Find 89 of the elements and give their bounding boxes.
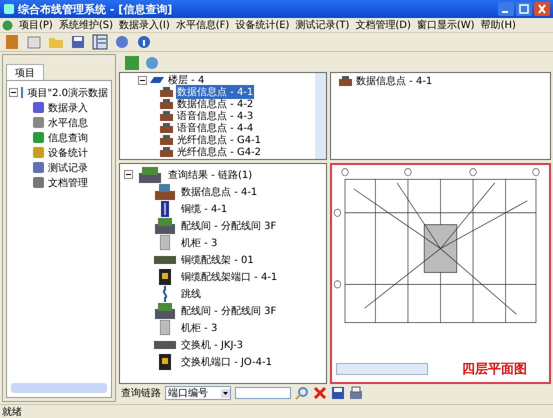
module-icon [33, 132, 44, 143]
menu-item[interactable]: 系统维护(S) [58, 18, 113, 32]
search-icon[interactable] [295, 386, 309, 400]
save-icon[interactable] [70, 34, 86, 50]
app-icon [3, 3, 15, 15]
tree-item[interactable]: 数据信息点 - 4-1 [180, 184, 258, 198]
workstation-icon [155, 184, 175, 200]
outlet-icon [160, 99, 173, 109]
tree-item[interactable]: 文档管理 [47, 176, 89, 190]
menu-item[interactable]: 设备统计(E) [235, 18, 290, 32]
equipment-icon [139, 166, 161, 182]
switch-icon [154, 340, 176, 348]
tree-item[interactable]: 语音信息点 - 4-4 [176, 121, 254, 135]
tree-item[interactable]: 楼层 - 4 [167, 73, 206, 87]
menu-item[interactable]: 项目(P) [19, 18, 53, 32]
tree-item[interactable]: 配线间 - 分配线间 3F [180, 218, 278, 232]
module-icon [33, 117, 44, 128]
tree-item[interactable]: 光纤信息点 - G4-2 [176, 145, 262, 159]
close-icon[interactable] [534, 2, 550, 16]
tree-item[interactable]: 铜缆 - 4-1 [180, 202, 228, 216]
equipment-icon [155, 302, 175, 318]
horizontal-scrollbar[interactable] [336, 363, 428, 375]
collapse-toggle[interactable] [9, 88, 18, 97]
tree-item[interactable]: 数据信息点 - 4-1 [176, 85, 254, 99]
jumper-cable-icon [161, 286, 169, 302]
tree-item[interactable]: 信息查询 [47, 130, 89, 144]
collapse-toggle[interactable] [124, 170, 133, 179]
tree-item[interactable]: 语音信息点 - 4-3 [176, 109, 254, 123]
menu-item[interactable]: 帮助(H) [480, 18, 516, 32]
cabinet-icon [160, 320, 170, 335]
floor-icon [150, 77, 164, 83]
vertical-scrollbar[interactable] [315, 73, 326, 159]
equipment-icon [155, 218, 175, 234]
tree-item[interactable]: 跳线 [180, 286, 202, 300]
query-label: 查询链路 [121, 386, 161, 400]
layout-icon[interactable] [92, 34, 108, 50]
tree-item[interactable]: 设备统计 [47, 146, 89, 160]
port-icon [159, 354, 171, 370]
port-icon [159, 268, 171, 284]
menu-item[interactable]: 测试记录(T) [295, 18, 350, 32]
tree-item[interactable]: 机柜 - 3 [180, 320, 218, 334]
list-item[interactable]: 数据信息点 - 4-1 [355, 74, 434, 88]
menu-item[interactable]: 数据录入(I) [119, 18, 170, 32]
window-title: 综合布线管理系统 - [信息查询] [18, 2, 174, 16]
tree-item[interactable]: 测试记录 [47, 160, 89, 174]
query-type-dropdown[interactable]: 端口编号 [165, 386, 231, 400]
horizontal-scrollbar[interactable] [11, 383, 107, 393]
outlet-icon [160, 111, 173, 121]
menu-item[interactable]: 水平信息(F) [176, 18, 230, 32]
outlet-icon [160, 87, 173, 97]
project-tab[interactable]: 项目 [6, 64, 44, 80]
cable-icon [161, 200, 169, 216]
status-text: 就绪 [2, 406, 22, 418]
module-icon [33, 147, 44, 158]
book-icon[interactable] [4, 34, 20, 50]
patch-panel-icon [154, 256, 176, 264]
tree-item[interactable]: 交换机 - JKJ-3 [180, 338, 244, 352]
tree-item[interactable]: 机柜 - 3 [180, 236, 218, 250]
tree-item[interactable]: 交换机端口 - JO-4-1 [180, 354, 274, 368]
menu-item[interactable]: 文档管理(D) [355, 18, 411, 32]
outlet-icon [160, 123, 173, 133]
outlet-icon [339, 76, 352, 86]
close-icon[interactable] [313, 386, 327, 400]
tree-item[interactable]: 项目"2.0演示数据 [26, 86, 109, 100]
outlet-icon [160, 135, 173, 145]
tree-item[interactable]: 数据信息点 - 4-2 [176, 97, 254, 111]
tree-item[interactable]: 查询结果 - 链路(1) [167, 168, 254, 182]
outlet-icon [160, 147, 173, 157]
tree-item[interactable]: 水平信息 [47, 116, 89, 130]
project-icon [21, 87, 24, 98]
query-input-field[interactable] [235, 387, 291, 399]
menu-item[interactable]: 窗口显示(W) [416, 18, 475, 32]
module-icon [33, 162, 44, 173]
minimize-icon[interactable] [498, 2, 514, 16]
cabinet-icon [160, 235, 170, 250]
tree-item[interactable]: 光纤信息点 - G4-1 [176, 133, 262, 147]
maximize-icon[interactable] [516, 2, 532, 16]
drawing-caption: 四层平面图 [462, 361, 527, 378]
module-icon [33, 177, 44, 188]
info-icon[interactable] [136, 34, 152, 50]
tree-item[interactable]: 铜缆配线架 - 01 [180, 252, 255, 266]
print-icon[interactable] [349, 386, 363, 400]
tree-item[interactable]: 铜缆配线架端口 - 4-1 [180, 270, 278, 284]
save-icon[interactable] [331, 386, 345, 400]
dropdown-arrow-icon[interactable] [221, 388, 230, 398]
module-icon [33, 102, 44, 113]
tree-item[interactable]: 数据录入 [47, 100, 89, 114]
collapse-toggle[interactable] [138, 76, 147, 84]
tree-item[interactable]: 配线间 - 分配线间 3F [180, 304, 278, 318]
